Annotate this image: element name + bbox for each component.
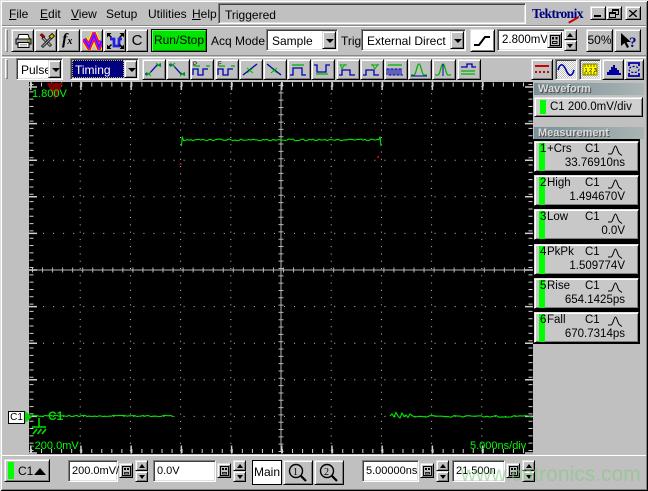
svg-text:?: ? xyxy=(629,35,637,51)
svg-text:F: F xyxy=(218,62,222,68)
svg-text:C1: C1 xyxy=(48,409,64,423)
svg-text:1.800V: 1.800V xyxy=(32,88,68,100)
svg-text:1: 1 xyxy=(293,467,298,478)
svg-text:2: 2 xyxy=(324,467,329,478)
svg-text:P: P xyxy=(193,62,197,68)
svg-text:5.000ns/div: 5.000ns/div xyxy=(470,440,527,452)
svg-text:-200.0mV: -200.0mV xyxy=(31,440,79,452)
svg-text:1 2 3: 1 2 3 xyxy=(585,68,597,74)
